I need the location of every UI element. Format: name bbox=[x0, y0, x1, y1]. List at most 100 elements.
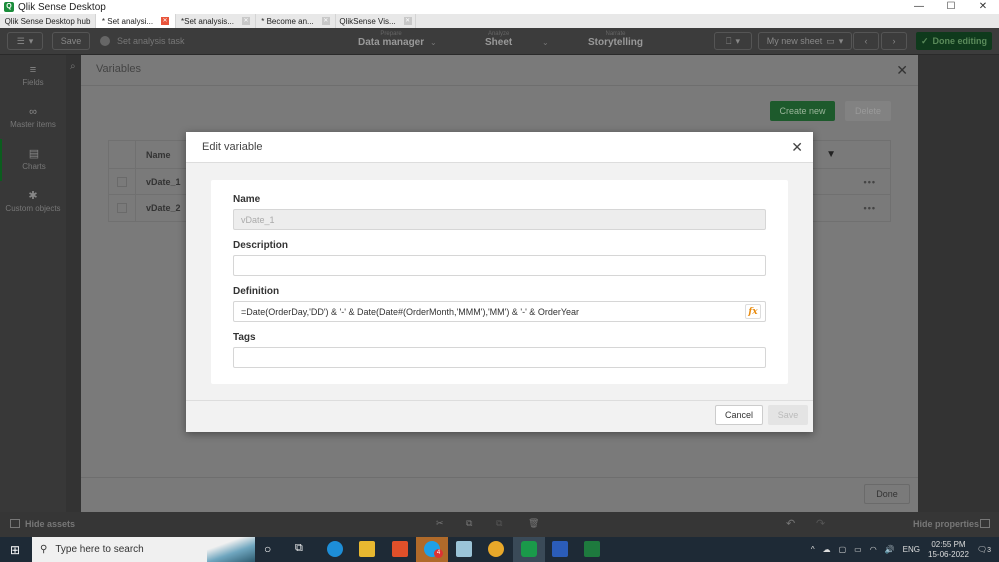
app-icon[interactable] bbox=[456, 541, 472, 557]
name-field: vDate_1 bbox=[233, 209, 766, 230]
windows-start-icon[interactable]: ⊞ bbox=[10, 543, 20, 557]
definition-field[interactable]: =Date(OrderDay,'DD') & '-' & Date(Date#(… bbox=[233, 301, 766, 322]
filter-icon[interactable]: ▼ bbox=[826, 149, 836, 160]
brave-icon[interactable] bbox=[392, 541, 408, 557]
close-tab-icon[interactable]: ✕ bbox=[403, 17, 412, 25]
edge-icon[interactable] bbox=[327, 541, 343, 557]
minimize-button[interactable]: — bbox=[903, 0, 935, 14]
task-view-icon[interactable]: ⧉ bbox=[295, 542, 303, 555]
expression-editor-button[interactable]: fx bbox=[745, 304, 761, 319]
system-tray: ^ ☁ ▢ ▭ ◠ 🔊 ENG 02:55 PM 15-06-2022 🗨3 bbox=[811, 537, 999, 562]
dialog-title: Edit variable bbox=[202, 141, 263, 153]
close-tab-icon[interactable]: ✕ bbox=[321, 17, 330, 25]
app-icon bbox=[100, 36, 110, 46]
undo-icon[interactable]: ↶ bbox=[786, 517, 795, 530]
hide-properties-button[interactable]: Hide properties bbox=[913, 519, 979, 529]
create-new-button[interactable]: Create new bbox=[770, 101, 835, 121]
file-explorer-icon[interactable] bbox=[359, 541, 375, 557]
close-icon[interactable]: ✕ bbox=[896, 62, 908, 79]
copy-icon[interactable]: ⧉ bbox=[466, 518, 472, 529]
check-icon: ✓ bbox=[920, 35, 929, 46]
delete-button[interactable]: Delete bbox=[845, 101, 891, 121]
close-tab-icon[interactable]: ✕ bbox=[161, 17, 170, 25]
row-checkbox[interactable] bbox=[117, 176, 127, 187]
word-icon[interactable] bbox=[552, 541, 568, 557]
app-toolbar: ☰ ▾ Save Set analysis task Prepare Data ma… bbox=[0, 28, 999, 55]
notification-badge: 4 bbox=[434, 549, 443, 558]
save-button[interactable]: Save bbox=[52, 32, 90, 50]
onedrive-icon[interactable]: ☁ bbox=[823, 545, 831, 554]
notification-center-icon[interactable]: 🗨3 bbox=[977, 545, 991, 554]
close-tab-icon[interactable]: ✕ bbox=[241, 17, 250, 25]
language-indicator[interactable]: ENG bbox=[903, 545, 920, 554]
tags-label: Tags bbox=[233, 332, 256, 343]
caret-down-icon: ▾ bbox=[735, 35, 740, 46]
more-options-icon[interactable]: ••• bbox=[864, 203, 876, 213]
row-checkbox[interactable] bbox=[117, 203, 127, 213]
tab-bar: Qlik Sense Desktop hub * Set analysi... ✕… bbox=[0, 14, 999, 28]
windows-taskbar: ⊞ ⚲ Type here to search ○ ⧉ 4 ^ ☁ ▢ ▭ ◠ … bbox=[0, 537, 999, 562]
divider bbox=[186, 400, 813, 401]
nav-sheet[interactable]: Analyze Sheet bbox=[485, 31, 512, 48]
tab-hub[interactable]: Qlik Sense Desktop hub bbox=[0, 14, 96, 28]
caret-down-icon: ▾ bbox=[28, 35, 34, 46]
assets-custom-objects[interactable]: ✱ Custom objects bbox=[0, 181, 66, 223]
bookmark-button[interactable]: ⎕ ▾ bbox=[714, 32, 752, 50]
trash-icon[interactable]: 🗑 bbox=[528, 518, 539, 529]
hide-assets-button[interactable]: Hide assets bbox=[25, 519, 75, 529]
qlik-taskbar-button[interactable] bbox=[513, 537, 545, 562]
redo-icon[interactable]: ↷ bbox=[816, 517, 825, 530]
properties-panel bbox=[918, 55, 999, 512]
sheet-icon: ▭ bbox=[826, 35, 835, 46]
clock[interactable]: 02:55 PM 15-06-2022 bbox=[928, 540, 969, 560]
description-label: Description bbox=[233, 240, 289, 251]
paste-icon[interactable]: ⧉ bbox=[496, 518, 502, 529]
cut-icon[interactable]: ✂ bbox=[436, 518, 444, 529]
name-label: Name bbox=[233, 194, 261, 205]
skype-taskbar-button[interactable]: 4 bbox=[416, 537, 448, 562]
window-titlebar: Q Qlik Sense Desktop — ☐ ✕ bbox=[0, 0, 999, 14]
more-options-icon[interactable]: ••• bbox=[864, 177, 876, 187]
tab-qliksense-vis[interactable]: QlikSense Vis... ✕ bbox=[336, 14, 416, 28]
taskbar-search[interactable]: ⚲ Type here to search bbox=[32, 537, 255, 562]
sheet-selector[interactable]: My new sheet ▭ ▾ bbox=[758, 32, 852, 50]
done-button[interactable]: Done bbox=[864, 484, 910, 504]
chevron-down-icon[interactable]: ⌄ bbox=[542, 38, 549, 47]
panel-toggle-icon bbox=[980, 519, 990, 528]
tab-set-analysis-1[interactable]: * Set analysi... ✕ bbox=[96, 14, 176, 28]
show-hidden-icons[interactable]: ^ bbox=[811, 545, 815, 554]
tab-set-analysis-2[interactable]: *Set analysis... ✕ bbox=[176, 14, 256, 28]
meet-icon[interactable]: ▢ bbox=[839, 545, 847, 554]
menu-button[interactable]: ☰ ▾ bbox=[7, 32, 43, 50]
chevron-down-icon[interactable]: ⌄ bbox=[430, 38, 437, 47]
maximize-button[interactable]: ☐ bbox=[935, 0, 967, 14]
close-icon[interactable]: ✕ bbox=[791, 139, 803, 156]
cancel-button[interactable]: Cancel bbox=[715, 405, 763, 425]
chrome-icon[interactable] bbox=[488, 541, 504, 557]
previous-sheet-button[interactable]: ‹ bbox=[853, 32, 879, 50]
assets-master-items[interactable]: ∞ Master items bbox=[0, 97, 66, 139]
divider bbox=[81, 85, 918, 86]
search-icon: ⚲ bbox=[40, 544, 48, 555]
divider bbox=[81, 477, 918, 478]
close-window-button[interactable]: ✕ bbox=[967, 0, 999, 14]
nav-data-manager[interactable]: Prepare Data manager bbox=[358, 31, 424, 48]
nav-storytelling[interactable]: Narrate Storytelling bbox=[588, 31, 643, 48]
cortana-icon[interactable]: ○ bbox=[264, 542, 271, 556]
search-icon[interactable]: ⌕ bbox=[70, 61, 76, 72]
volume-icon[interactable]: 🔊 bbox=[885, 545, 895, 554]
next-sheet-button[interactable]: › bbox=[881, 32, 907, 50]
assets-fields[interactable]: ≡ Fields bbox=[0, 55, 66, 97]
qlik-app-icon: Q bbox=[4, 2, 14, 12]
tab-become-an[interactable]: * Become an... ✕ bbox=[256, 14, 336, 28]
assets-charts[interactable]: ▤ Charts bbox=[0, 139, 66, 181]
battery-icon[interactable]: ▭ bbox=[854, 545, 862, 554]
description-field[interactable] bbox=[233, 255, 766, 276]
edit-variable-dialog: Edit variable ✕ Name vDate_1 Description… bbox=[186, 132, 813, 432]
done-editing-button[interactable]: ✓ Done editing bbox=[916, 32, 992, 50]
tags-field[interactable] bbox=[233, 347, 766, 368]
excel-icon[interactable] bbox=[584, 541, 600, 557]
save-button[interactable]: Save bbox=[768, 405, 808, 425]
wifi-icon[interactable]: ◠ bbox=[870, 545, 877, 554]
panel-toggle-icon bbox=[10, 519, 20, 528]
